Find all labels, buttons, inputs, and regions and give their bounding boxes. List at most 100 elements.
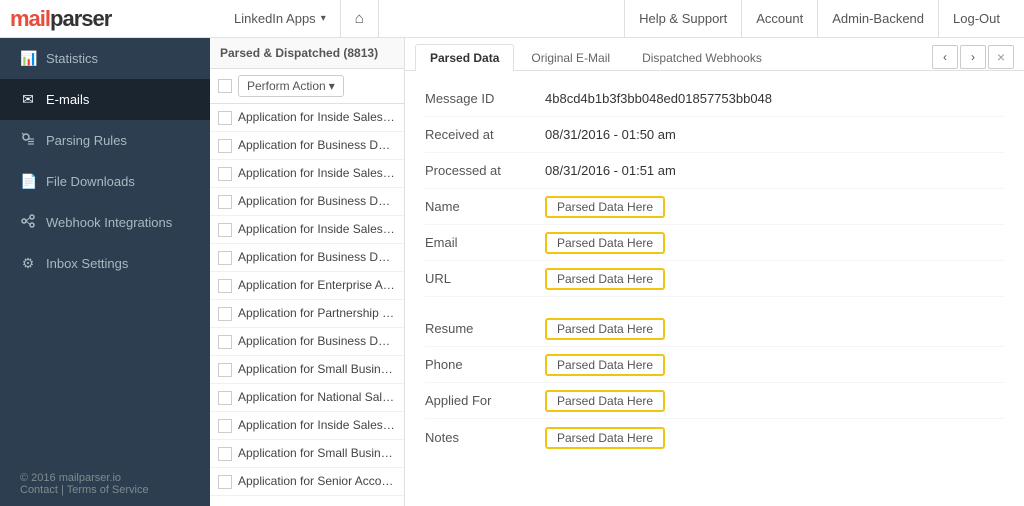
list-item[interactable]: Application for Small Business... bbox=[210, 356, 404, 384]
item-checkbox[interactable] bbox=[218, 139, 232, 153]
sidebar-item-webhook-integrations[interactable]: Webhook Integrations bbox=[0, 202, 210, 243]
label-processed-at: Processed at bbox=[425, 163, 545, 178]
list-item[interactable]: Application for National Sales ... bbox=[210, 384, 404, 412]
value-resume: Parsed Data Here bbox=[545, 321, 665, 336]
select-all-checkbox[interactable] bbox=[218, 79, 232, 93]
nav-account[interactable]: Account bbox=[741, 0, 817, 38]
value-name: Parsed Data Here bbox=[545, 199, 665, 214]
sidebar-item-file-downloads[interactable]: 📄 File Downloads bbox=[0, 161, 210, 202]
close-button[interactable]: × bbox=[988, 45, 1014, 69]
value-message-id: 4b8cd4b1b3f3bb048ed01857753bb048 bbox=[545, 91, 772, 106]
item-checkbox[interactable] bbox=[218, 391, 232, 405]
item-checkbox[interactable] bbox=[218, 475, 232, 489]
item-checkbox[interactable] bbox=[218, 447, 232, 461]
chevron-down-icon: ▾ bbox=[321, 0, 326, 38]
nav-logout[interactable]: Log-Out bbox=[938, 0, 1014, 38]
value-processed-at: 08/31/2016 - 01:51 am bbox=[545, 163, 676, 178]
main-layout: 📊 Statistics ✉ E-mails Parsing Rules 📄 F… bbox=[0, 38, 1024, 506]
detail-row-message-id: Message ID 4b8cd4b1b3f3bb048ed01857753bb… bbox=[425, 81, 1004, 117]
list-item[interactable]: Application for Inside Sales fro... bbox=[210, 104, 404, 132]
next-button[interactable]: › bbox=[960, 45, 986, 69]
detail-row-applied-for: Applied For Parsed Data Here bbox=[425, 383, 1004, 419]
item-checkbox[interactable] bbox=[218, 279, 232, 293]
sidebar-item-parsing-rules[interactable]: Parsing Rules bbox=[0, 120, 210, 161]
detail-row-url: URL Parsed Data Here bbox=[425, 261, 1004, 297]
label-applied-for: Applied For bbox=[425, 393, 545, 408]
tab-dispatched-webhooks[interactable]: Dispatched Webhooks bbox=[627, 44, 777, 71]
item-checkbox[interactable] bbox=[218, 307, 232, 321]
item-text: Application for Small Business... bbox=[238, 362, 396, 376]
item-text: Application for Business Deve... bbox=[238, 194, 396, 208]
item-text: Application for Enterprise Acc... bbox=[238, 278, 396, 292]
detail-panel: Parsed Data Original E-Mail Dispatched W… bbox=[405, 38, 1024, 506]
email-list-items: Application for Inside Sales fro... Appl… bbox=[210, 104, 404, 506]
label-message-id: Message ID bbox=[425, 91, 545, 106]
value-phone: Parsed Data Here bbox=[545, 357, 665, 372]
tab-parsed-data[interactable]: Parsed Data bbox=[415, 44, 514, 71]
item-checkbox[interactable] bbox=[218, 251, 232, 265]
label-url: URL bbox=[425, 271, 545, 286]
list-item[interactable]: Application for Small Business... bbox=[210, 440, 404, 468]
nav-help-support[interactable]: Help & Support bbox=[624, 0, 741, 38]
item-checkbox[interactable] bbox=[218, 223, 232, 237]
list-item[interactable]: Application for Inside Sales fro... bbox=[210, 216, 404, 244]
list-item[interactable]: Application for Business Deve... bbox=[210, 188, 404, 216]
detail-tabs: Parsed Data Original E-Mail Dispatched W… bbox=[405, 38, 1024, 71]
item-text: Application for Inside Sales fro... bbox=[238, 166, 396, 180]
value-notes: Parsed Data Here bbox=[545, 430, 665, 445]
item-checkbox[interactable] bbox=[218, 363, 232, 377]
list-item[interactable]: Application for Enterprise Acc... bbox=[210, 272, 404, 300]
contact-link[interactable]: Contact bbox=[20, 484, 58, 496]
logo: mailparser bbox=[10, 6, 220, 32]
footer-links: Contact | Terms of Service bbox=[20, 484, 190, 496]
nav-admin-backend[interactable]: Admin-Backend bbox=[817, 0, 938, 38]
tab-original-email[interactable]: Original E-Mail bbox=[516, 44, 625, 71]
sidebar-item-emails[interactable]: ✉ E-mails bbox=[0, 79, 210, 120]
list-item[interactable]: Application for Inside Sales fro... bbox=[210, 160, 404, 188]
list-item[interactable]: Application for Senior Account... bbox=[210, 468, 404, 496]
label-email: Email bbox=[425, 235, 545, 250]
item-checkbox[interactable] bbox=[218, 195, 232, 209]
item-checkbox[interactable] bbox=[218, 167, 232, 181]
sidebar-item-statistics[interactable]: 📊 Statistics bbox=[0, 38, 210, 79]
item-text: Application for Inside Sales fro... bbox=[238, 418, 396, 432]
item-text: Application for Small Business... bbox=[238, 446, 396, 460]
item-text: Application for Business Deve... bbox=[238, 250, 396, 264]
detail-row-name: Name Parsed Data Here bbox=[425, 189, 1004, 225]
item-text: Application for Partnership Sa... bbox=[238, 306, 396, 320]
nav-home[interactable]: ⌂ bbox=[341, 0, 379, 38]
list-item[interactable]: Application for Inside Sales fro... bbox=[210, 412, 404, 440]
sidebar-footer: © 2016 mailparser.io Contact | Terms of … bbox=[0, 462, 210, 506]
detail-content: Message ID 4b8cd4b1b3f3bb048ed01857753bb… bbox=[405, 71, 1024, 506]
terms-link[interactable]: Terms of Service bbox=[67, 484, 149, 496]
value-received-at: 08/31/2016 - 01:50 am bbox=[545, 127, 676, 142]
nav-center: LinkedIn Apps ▾ ⌂ bbox=[220, 0, 624, 38]
nav-linkedin-apps-label: LinkedIn Apps bbox=[234, 0, 316, 38]
prev-button[interactable]: ‹ bbox=[932, 45, 958, 69]
file-icon: 📄 bbox=[20, 173, 36, 190]
detail-row-received-at: Received at 08/31/2016 - 01:50 am bbox=[425, 117, 1004, 153]
home-icon: ⌂ bbox=[355, 0, 364, 38]
nav-right: Help & Support Account Admin-Backend Log… bbox=[624, 0, 1014, 38]
parsed-data-badge-resume: Parsed Data Here bbox=[545, 318, 665, 340]
list-item[interactable]: Application for Partnership Sa... bbox=[210, 300, 404, 328]
parsed-data-badge-phone: Parsed Data Here bbox=[545, 354, 665, 376]
chart-icon: 📊 bbox=[20, 50, 36, 67]
detail-row-email: Email Parsed Data Here bbox=[425, 225, 1004, 261]
perform-action-button[interactable]: Perform Action bbox=[238, 75, 344, 97]
detail-row-resume: Resume Parsed Data Here bbox=[425, 311, 1004, 347]
list-item[interactable]: Application for Business Deve... bbox=[210, 132, 404, 160]
label-notes: Notes bbox=[425, 430, 545, 445]
parsed-data-badge-notes: Parsed Data Here bbox=[545, 427, 665, 449]
sidebar-item-file-downloads-label: File Downloads bbox=[46, 174, 135, 189]
item-checkbox[interactable] bbox=[218, 111, 232, 125]
sidebar-item-inbox-settings[interactable]: ⚙ Inbox Settings bbox=[0, 243, 210, 284]
item-checkbox[interactable] bbox=[218, 335, 232, 349]
nav-linkedin-apps[interactable]: LinkedIn Apps ▾ bbox=[220, 0, 341, 38]
item-text: Application for National Sales ... bbox=[238, 390, 396, 404]
value-applied-for: Parsed Data Here bbox=[545, 393, 665, 408]
detail-row-phone: Phone Parsed Data Here bbox=[425, 347, 1004, 383]
list-item[interactable]: Application for Business Deve... bbox=[210, 328, 404, 356]
list-item[interactable]: Application for Business Deve... bbox=[210, 244, 404, 272]
item-checkbox[interactable] bbox=[218, 419, 232, 433]
